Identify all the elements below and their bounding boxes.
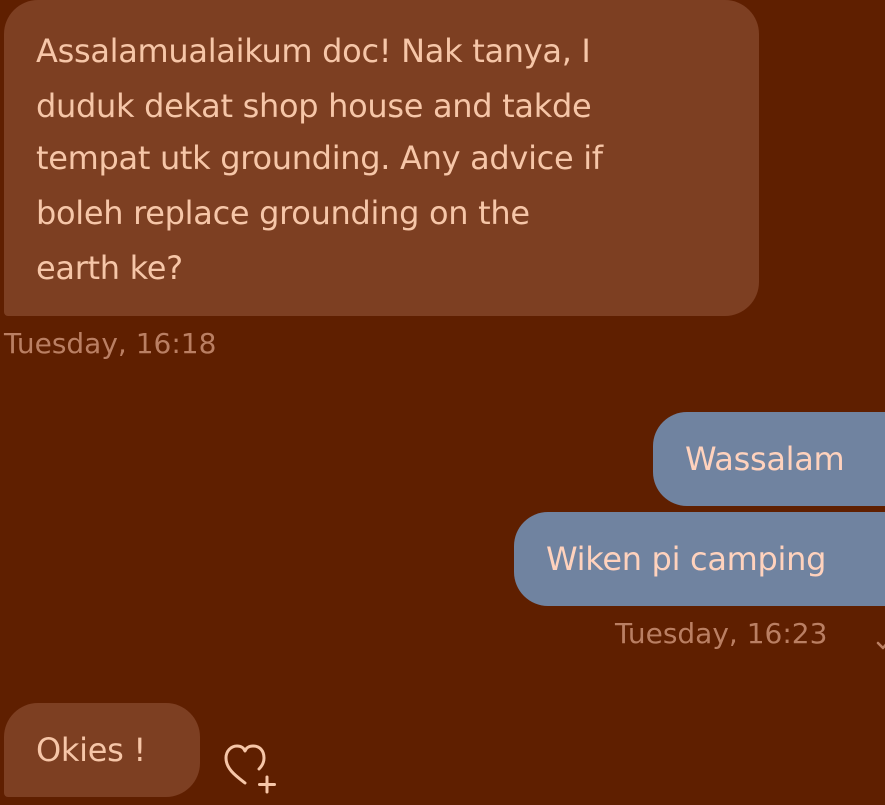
message-bubble-received[interactable]: Assalamualaikum doc! Nak tanya, I duduk … xyxy=(4,0,759,316)
message-text: Okies ! xyxy=(36,731,146,769)
message-text: Wiken pi camping xyxy=(546,540,827,578)
check-icon xyxy=(876,641,885,650)
message-text-line: duduk dekat shop house and takde xyxy=(36,87,592,125)
message-bubble-received[interactable]: Okies ! xyxy=(4,703,200,797)
message-bubble-sent[interactable]: Wiken pi camping xyxy=(514,512,885,606)
heart-plus-icon[interactable] xyxy=(222,740,286,796)
message-text-line: boleh replace grounding on the xyxy=(36,194,530,232)
message-timestamp: Tuesday, 16:23 xyxy=(615,617,828,650)
message-text: Wassalam xyxy=(685,440,845,478)
message-text-line: Assalamualaikum doc! Nak tanya, I xyxy=(36,32,591,70)
message-bubble-sent[interactable]: Wassalam xyxy=(653,412,885,506)
message-text-line: tempat utk grounding. Any advice if xyxy=(36,139,603,177)
message-text-line: earth ke? xyxy=(36,249,183,287)
message-timestamp: Tuesday, 16:18 xyxy=(4,327,217,360)
